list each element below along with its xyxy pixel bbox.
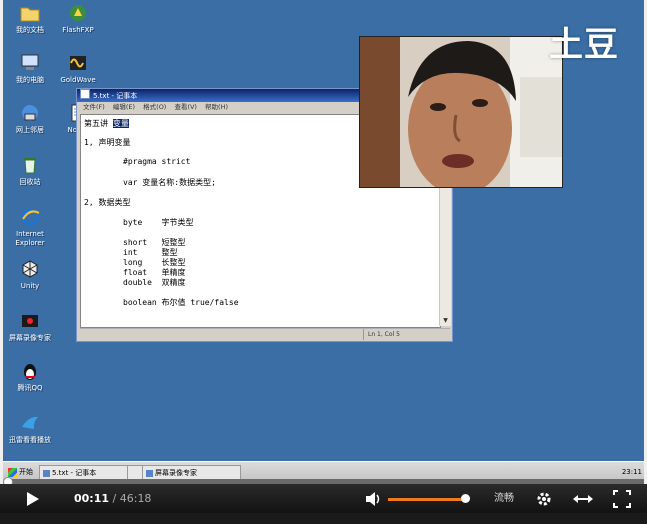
time-display: 00:11 / 46:18 [74, 484, 151, 513]
unity-icon [22, 260, 38, 278]
text-line: boolean 布尔值 true/false [123, 298, 239, 307]
desktop-icon-goldwave[interactable]: GoldWave [53, 52, 103, 85]
desktop-icon-label: FlashFXP [62, 26, 94, 34]
fullscreen-button[interactable] [612, 484, 632, 513]
menu-edit[interactable]: 编辑(E) [113, 103, 135, 111]
windows-taskbar: 开始 5.txt - 记事本 屏幕录像专家 23:11 [3, 461, 644, 484]
desktop-icon-label: Internet Explorer [15, 230, 45, 247]
speaker-icon [366, 492, 380, 506]
status-bar: Ln 1, Col 5 [80, 328, 450, 340]
menu-file[interactable]: 文件(F) [83, 103, 105, 111]
play-button[interactable] [24, 484, 42, 513]
notepad-icon [43, 470, 50, 477]
desktop-icon-recorder[interactable]: 屏幕录像专家 [5, 310, 55, 343]
desktop-icon-label: 迅雷看看播放 [9, 436, 51, 444]
desktop-icon-label: 回收站 [19, 178, 41, 186]
folder-icon [20, 7, 40, 22]
volume-slider[interactable] [388, 494, 470, 503]
settings-button[interactable] [535, 484, 553, 513]
window-title: 5.txt - 记事本 [93, 92, 138, 100]
flashfxp-icon [70, 5, 86, 21]
selected-text: 变量 [112, 119, 129, 128]
webcam-overlay [359, 36, 563, 188]
recycle-bin-icon [24, 158, 36, 174]
computer-icon [21, 54, 39, 70]
desktop-icon-label: 我的文档 [16, 26, 44, 34]
volume-button[interactable] [364, 484, 382, 513]
desktop-icon-label: 屏幕录像专家 [9, 334, 51, 342]
gear-icon [537, 492, 551, 506]
fullscreen-icon [613, 490, 631, 508]
desktop-icon-label: Unity [20, 282, 40, 290]
tray-clock: 23:11 [621, 468, 642, 476]
screen-recorder-icon [22, 315, 38, 327]
text-line: 2, 数据类型 [84, 198, 131, 207]
desktop-icon-label: GoldWave [60, 76, 96, 84]
text-line: #pragma strict [123, 157, 191, 166]
start-label: 开始 [19, 468, 33, 476]
desktop-icon-network[interactable]: 网上邻居 [5, 102, 55, 135]
internet-explorer-icon [21, 208, 40, 226]
desktop-icon-label: 我的电脑 [16, 76, 44, 84]
text-line-prefix: 第五讲 [84, 119, 113, 128]
menu-help[interactable]: 帮助(H) [205, 103, 228, 111]
text-line: byte 字节类型 [123, 218, 194, 227]
menu-format[interactable]: 格式(O) [143, 103, 166, 111]
desktop-icon-downloader[interactable]: 迅雷看看播放 [5, 412, 55, 445]
desktop-icon-qq[interactable]: 腾讯QQ [5, 360, 55, 393]
taskbar-item-label: 屏幕录像专家 [155, 469, 197, 477]
video-player: 我的文档 FlashFXP 我的电脑 GoldWave 网上邻居 Notep 回… [0, 0, 647, 513]
taskbar-item-label: 5.txt - 记事本 [52, 469, 97, 477]
duration: 46:18 [119, 492, 152, 505]
widescreen-button[interactable] [571, 484, 595, 513]
bird-icon [22, 416, 38, 429]
player-controls: 00:11 / 46:18 流畅 [0, 484, 647, 513]
time-separator: / [112, 492, 117, 505]
video-frame[interactable]: 我的文档 FlashFXP 我的电脑 GoldWave 网上邻居 Notep 回… [3, 0, 644, 484]
presenter-face-image [360, 37, 562, 187]
text-line: var 变量名称:数据类型; [123, 178, 216, 187]
text-line: double 双精度 [123, 278, 186, 287]
screen-recorder-icon [146, 470, 153, 477]
seek-handle[interactable] [3, 477, 13, 484]
desktop-icon-my-documents[interactable]: 我的文档 [5, 2, 55, 35]
menu-view[interactable]: 查看(V) [174, 103, 197, 111]
system-tray: 23:11 [586, 465, 642, 480]
desktop-icon-my-computer[interactable]: 我的电脑 [5, 52, 55, 85]
desktop-icon-label: 腾讯QQ [17, 384, 43, 392]
desktop-icon-label: 网上邻居 [16, 126, 44, 134]
goldwave-icon [70, 56, 86, 70]
desktop-icon-flashfxp[interactable]: FlashFXP [53, 2, 103, 35]
volume-fill [388, 498, 466, 501]
desktop-icon-recycle-bin[interactable]: 回收站 [5, 154, 55, 187]
arrows-horizontal-icon [573, 495, 593, 503]
windows-logo-icon [8, 468, 17, 477]
scroll-down-icon[interactable]: ▼ [440, 316, 451, 326]
cursor-position: Ln 1, Col 5 [363, 329, 400, 340]
play-icon [27, 492, 39, 506]
text-line: 第五讲 变量 [84, 118, 129, 129]
network-icon [22, 105, 38, 121]
text-line: 1, 声明变量 [84, 138, 131, 147]
quality-button[interactable]: 流畅 [494, 484, 514, 513]
desktop-icon-ie[interactable]: Internet Explorer [5, 206, 55, 248]
notepad-icon [80, 89, 90, 99]
qq-penguin-icon [24, 364, 36, 380]
tudou-watermark: 土豆 [549, 25, 619, 65]
desktop-icon-unity[interactable]: Unity [5, 258, 55, 291]
current-time: 00:11 [74, 492, 110, 505]
volume-handle[interactable] [460, 494, 470, 503]
